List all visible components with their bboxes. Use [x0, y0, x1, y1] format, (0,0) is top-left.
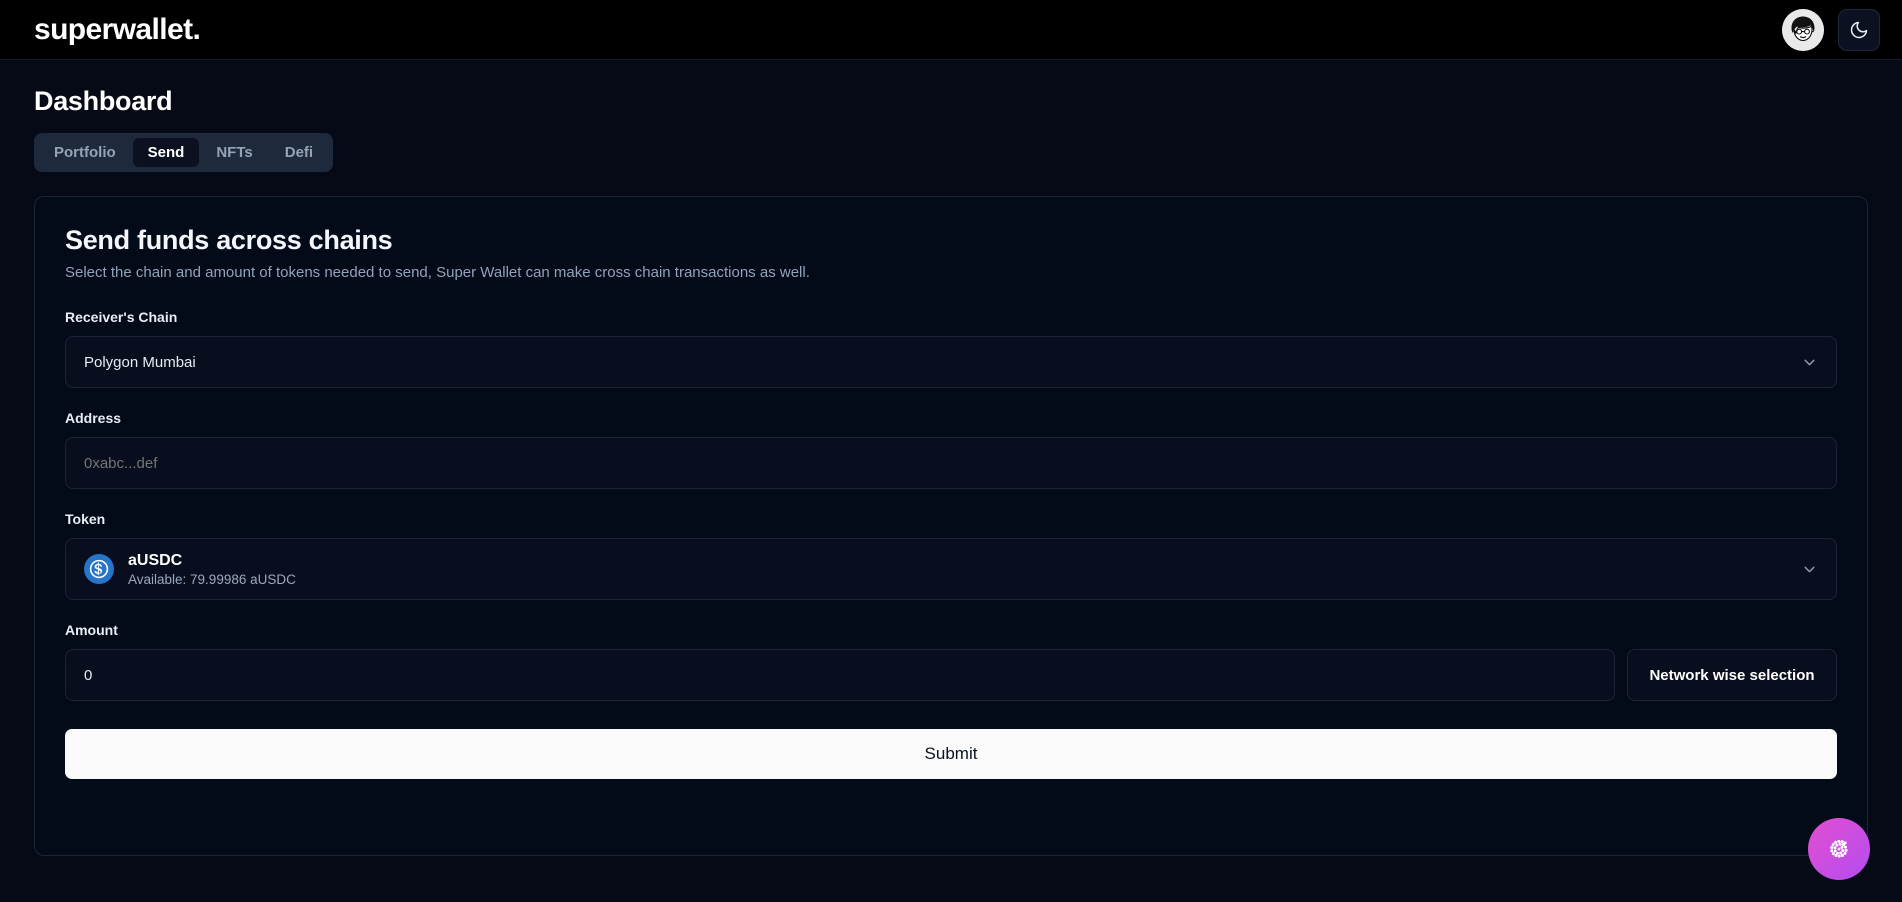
send-funds-card: Send funds across chains Select the chai…	[34, 196, 1868, 856]
top-header-bar: superwallet.	[0, 0, 1902, 60]
token-info: aUSDC Available: 79.99986 aUSDC	[128, 552, 1787, 587]
chevron-down-icon	[1801, 561, 1818, 578]
card-title: Send funds across chains	[65, 225, 393, 255]
card-subtitle: Select the chain and amount of tokens ne…	[65, 264, 810, 281]
receiver-chain-label: Receiver's Chain	[65, 309, 178, 325]
avatar-face-icon	[1782, 8, 1824, 51]
amount-label: Amount	[65, 622, 118, 638]
token-symbol: aUSDC	[128, 551, 183, 569]
token-select[interactable]: aUSDC Available: 79.99986 aUSDC	[65, 538, 1837, 600]
brand-logo[interactable]: superwallet.	[34, 13, 201, 47]
receiver-chain-value: Polygon Mumbai	[84, 353, 196, 371]
address-field: Address	[65, 410, 1837, 489]
theme-toggle-button[interactable]	[1838, 8, 1880, 51]
support-widget-button[interactable]	[1808, 818, 1870, 880]
address-input[interactable]	[65, 437, 1837, 489]
receiver-chain-field: Receiver's Chain Polygon Mumbai	[65, 309, 1837, 388]
chevron-down-icon	[1801, 354, 1818, 371]
user-avatar[interactable]	[1782, 8, 1824, 51]
address-label: Address	[65, 410, 122, 426]
token-field: Token aUSDC Available: 79.99986 aUSDC	[65, 511, 1837, 600]
amount-row: Network wise selection	[65, 649, 1837, 701]
amount-input[interactable]	[65, 649, 1615, 701]
tab-defi[interactable]: Defi	[270, 138, 328, 167]
token-label: Token	[65, 511, 106, 527]
tab-send[interactable]: Send	[132, 138, 200, 167]
page-title: Dashboard	[34, 86, 173, 116]
tab-bar: Portfolio Send NFTs Defi	[34, 133, 334, 172]
network-wise-selection-button[interactable]: Network wise selection	[1627, 649, 1837, 701]
token-available: Available: 79.99986 aUSDC	[128, 571, 296, 587]
submit-button[interactable]: Submit	[65, 729, 1837, 779]
amount-field: Amount Network wise selection	[65, 622, 1837, 701]
receiver-chain-select[interactable]: Polygon Mumbai	[65, 336, 1837, 388]
page-content: Dashboard Portfolio Send NFTs Defi Send …	[0, 60, 1902, 856]
usdc-coin-icon	[84, 554, 114, 584]
spiral-logo-icon	[1830, 839, 1848, 858]
moon-icon	[1850, 21, 1868, 38]
tab-portfolio[interactable]: Portfolio	[39, 138, 131, 167]
header-actions	[1782, 8, 1880, 51]
tab-nfts[interactable]: NFTs	[201, 138, 267, 167]
